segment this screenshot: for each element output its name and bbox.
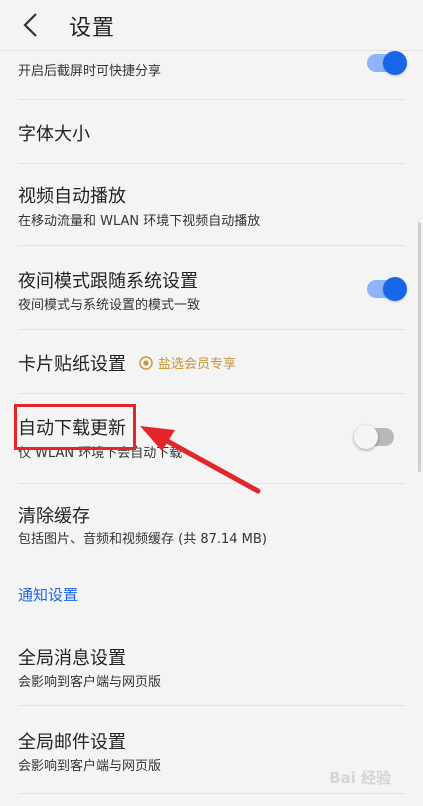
toggle-knob [383,51,407,75]
setting-row-screenshot-share[interactable]: 开启后截屏时可快捷分享 [0,50,423,100]
setting-row-global-messages[interactable]: 全局消息设置 会影响到客户端与网页版 [0,624,423,706]
page-title: 设置 [69,16,116,41]
vip-badge: 盐选会员专享 [139,353,236,372]
setting-row-card-stickers[interactable]: 卡片贴纸设置 盐选会员专享 [0,330,423,394]
vip-badge-label: 盐选会员专享 [158,357,237,372]
setting-row-night-mode[interactable]: 夜间模式跟随系统设置 夜间模式与系统设置的模式一致 [0,246,423,330]
night-mode-toggle[interactable] [367,277,407,301]
top-bar: 设置 [0,0,423,51]
screenshot-share-toggle[interactable] [367,51,407,75]
setting-row-font-size[interactable]: 字体大小 [0,100,423,164]
row-title: 全局消息设置 [18,648,126,669]
back-button[interactable] [14,8,48,42]
row-title: 夜间模式跟随系统设置 [18,271,198,292]
row-subtitle: 会影响到客户端与网页版 [18,675,162,690]
row-subtitle: 在移动流量和 WLAN 环境下视频自动播放 [18,214,261,229]
divider [18,793,405,794]
row-subtitle: 包括图片、音频和视频缓存 (共 87.14 MB) [18,532,267,547]
toggle-knob [354,425,378,449]
highlight-box [14,404,136,450]
vip-badge-icon [139,355,153,370]
row-title: 字体大小 [18,124,90,145]
setting-row-clear-cache[interactable]: 清除缓存 包括图片、音频和视频缓存 (共 87.14 MB) [0,484,423,564]
watermark-logo: Bai 经验 [329,769,391,787]
setting-row-video-autoplay[interactable]: 视频自动播放 在移动流量和 WLAN 环境下视频自动播放 [0,164,423,246]
row-subtitle: 夜间模式与系统设置的模式一致 [18,298,201,313]
section-header-notifications: 通知设置 [18,586,79,604]
row-title: 全局邮件设置 [18,732,126,753]
row-title: 视频自动播放 [18,186,126,207]
chevron-left-icon [23,13,37,37]
toggle-knob [383,277,407,301]
row-title: 卡片贴纸设置 [18,354,126,375]
row-subtitle: 会影响到客户端与网页版 [18,759,162,774]
scrollbar[interactable] [418,222,421,472]
auto-download-toggle[interactable] [354,425,394,449]
row-title: 清除缓存 [18,506,90,527]
row-subtitle: 开启后截屏时可快捷分享 [18,64,162,79]
